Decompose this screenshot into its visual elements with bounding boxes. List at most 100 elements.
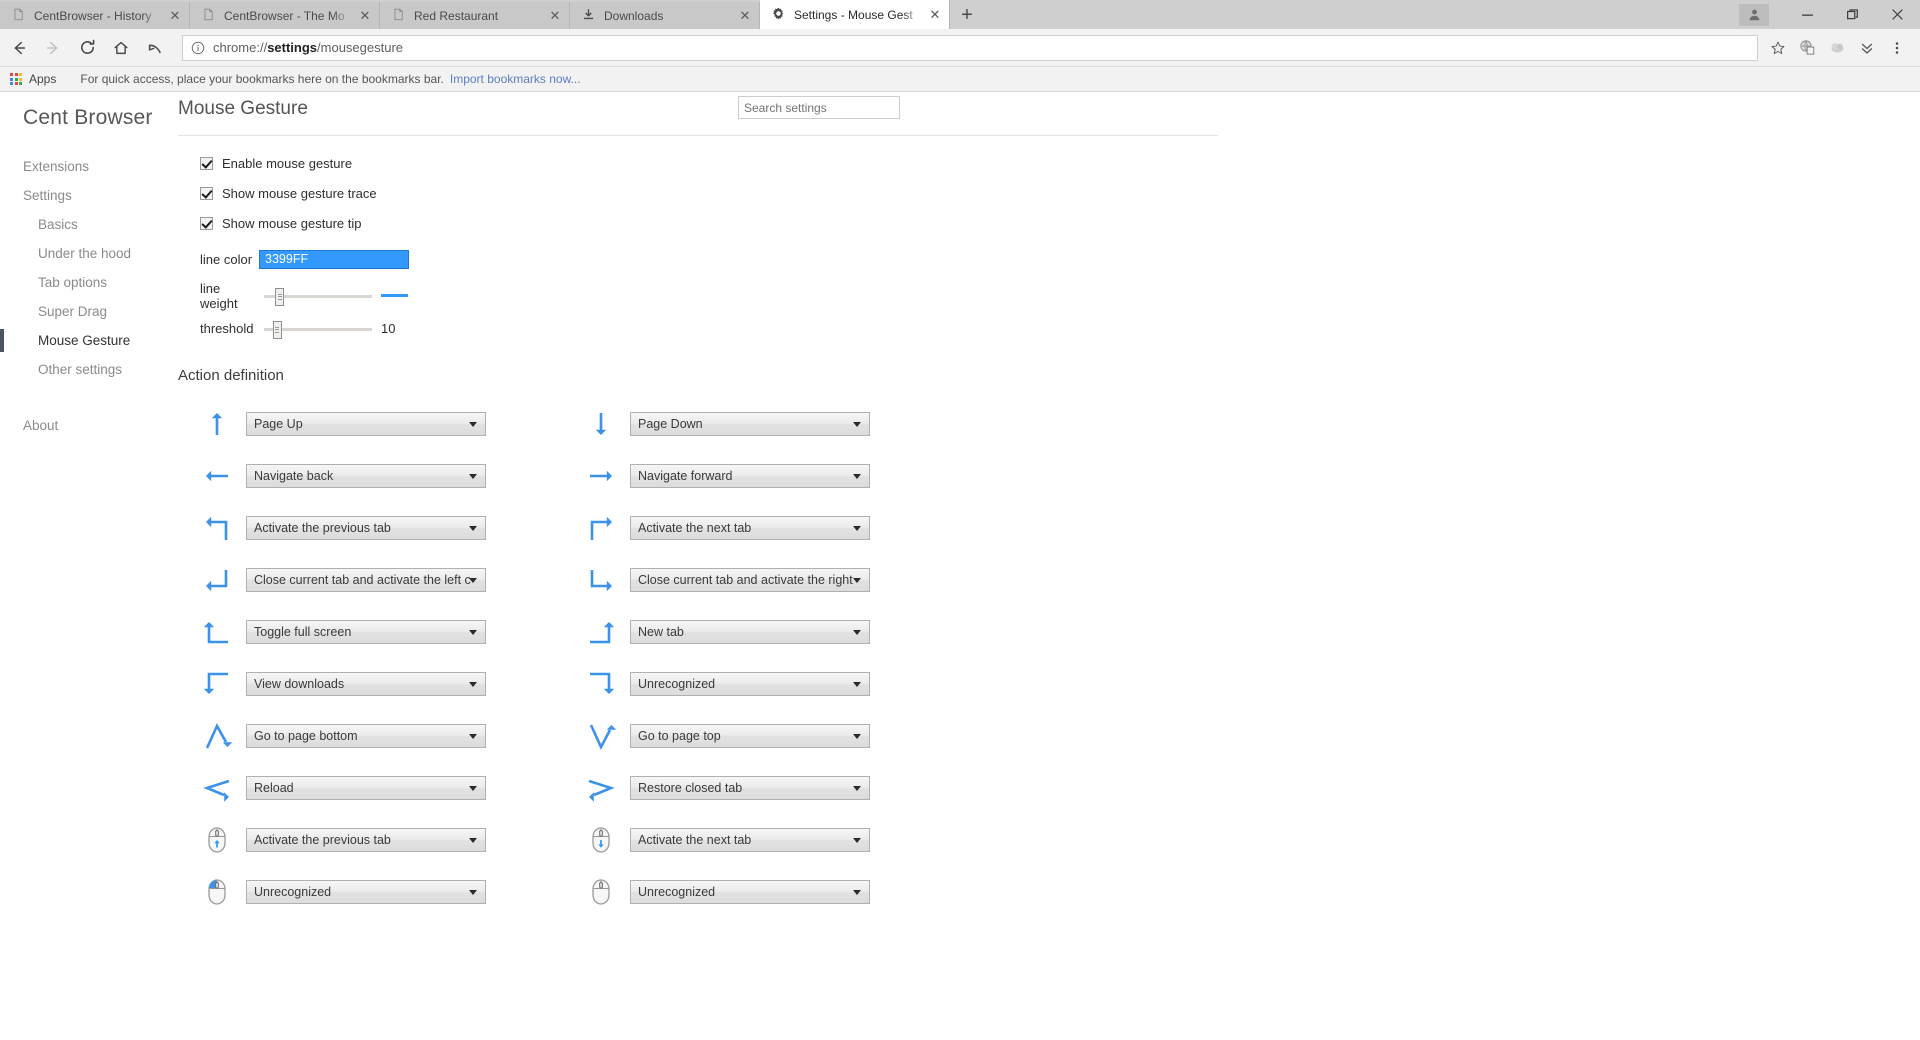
- sidebar-item-label-4: Tab options: [38, 275, 108, 290]
- page-info-icon[interactable]: [191, 41, 205, 55]
- action-select-9-right[interactable]: Page UpPage DownNavigate backNavigate fo…: [630, 880, 870, 904]
- threshold-label: threshold: [200, 321, 254, 336]
- search-settings-input[interactable]: [738, 96, 900, 119]
- action-select-wrap-2-left: Page UpPage DownNavigate backNavigate fo…: [246, 516, 486, 540]
- action-select-wrap-6-left: Page UpPage DownNavigate backNavigate fo…: [246, 724, 486, 748]
- downloads-chevron-button[interactable]: [1852, 33, 1882, 63]
- apps-label[interactable]: Apps: [29, 72, 56, 86]
- apps-dot-3: [10, 77, 13, 81]
- action-select-0-right[interactable]: Page UpPage DownNavigate backNavigate fo…: [630, 412, 870, 436]
- action-select-4-right[interactable]: Page UpPage DownNavigate backNavigate fo…: [630, 620, 870, 644]
- apps-grid-icon[interactable]: [10, 73, 22, 85]
- threshold-slider[interactable]: [264, 320, 372, 339]
- line-color-input[interactable]: 3399FF: [259, 249, 410, 269]
- mouse-plain-icon: [584, 875, 618, 909]
- action-select-wrap-2-right: Page UpPage DownNavigate backNavigate fo…: [630, 516, 870, 540]
- tab-2[interactable]: Red Restaurant ✕: [380, 2, 570, 29]
- gesture-cell-3-left: Page UpPage DownNavigate backNavigate fo…: [178, 554, 584, 606]
- action-select-4-left[interactable]: Page UpPage DownNavigate backNavigate fo…: [246, 620, 486, 644]
- star-icon: [1771, 41, 1785, 54]
- minimize-button[interactable]: [1785, 0, 1830, 29]
- tab-strip: CentBrowser - History ✕ CentBrowser - The …: [0, 0, 1920, 29]
- action-select-6-right[interactable]: Page UpPage DownNavigate backNavigate fo…: [630, 724, 870, 748]
- extension-button-1[interactable]: [1792, 33, 1822, 63]
- browser-menu-button[interactable]: [1882, 33, 1912, 63]
- action-select-wrap-5-left: Page UpPage DownNavigate backNavigate fo…: [246, 672, 486, 696]
- maximize-button[interactable]: [1830, 0, 1875, 29]
- sidebar-item-about[interactable]: About: [0, 411, 172, 440]
- action-select-wrap-3-left: Page UpPage DownNavigate backNavigate fo…: [246, 568, 486, 592]
- action-select-3-left[interactable]: Page UpPage DownNavigate backNavigate fo…: [246, 568, 486, 592]
- new-tab-button[interactable]: +: [950, 2, 984, 29]
- action-select-0-left[interactable]: Page UpPage DownNavigate backNavigate fo…: [246, 412, 486, 436]
- line-weight-slider[interactable]: [264, 287, 372, 306]
- tab-close-button-0[interactable]: ✕: [167, 8, 183, 24]
- tab-close-button-1[interactable]: ✕: [357, 8, 373, 24]
- arrow-down-then-left-icon: [206, 570, 228, 592]
- tab-1[interactable]: CentBrowser - The Mo ✕: [190, 2, 380, 29]
- tab-3[interactable]: Downloads ✕: [570, 2, 760, 29]
- close-button[interactable]: [1875, 0, 1920, 29]
- avatar-button[interactable]: [1739, 3, 1769, 26]
- action-select-8-right[interactable]: Page UpPage DownNavigate backNavigate fo…: [630, 828, 870, 852]
- tab-close-button-2[interactable]: ✕: [547, 8, 563, 24]
- url-text: chrome://settings/mousegesture: [213, 40, 403, 55]
- sidebar-item-other-settings[interactable]: Other settings: [0, 355, 172, 384]
- gesture-cell-4-left: Page UpPage DownNavigate backNavigate fo…: [178, 606, 584, 658]
- tab-favicon-download-icon: [582, 8, 597, 23]
- checkbox-2[interactable]: [200, 216, 213, 230]
- line-weight-thumb[interactable]: [275, 287, 285, 306]
- action-select-1-left[interactable]: Page UpPage DownNavigate backNavigate fo…: [246, 464, 486, 488]
- threshold-thumb[interactable]: [272, 320, 282, 339]
- tab-close-button-4[interactable]: ✕: [927, 7, 943, 23]
- action-select-7-left[interactable]: Page UpPage DownNavigate backNavigate fo…: [246, 776, 486, 800]
- action-select-3-right[interactable]: Page UpPage DownNavigate backNavigate fo…: [630, 568, 870, 592]
- home-button[interactable]: [106, 33, 136, 63]
- apps-dot-1: [14, 73, 18, 76]
- gesture-cell-8-left: Page UpPage DownNavigate backNavigate fo…: [178, 814, 584, 866]
- action-select-5-left[interactable]: Page UpPage DownNavigate backNavigate fo…: [246, 672, 486, 696]
- sidebar-item-settings[interactable]: Settings: [0, 181, 172, 210]
- address-bar[interactable]: chrome://settings/mousegesture: [182, 34, 1758, 61]
- sidebar-item-basics[interactable]: Basics: [0, 210, 172, 239]
- action-select-2-left[interactable]: Page UpPage DownNavigate backNavigate fo…: [246, 516, 486, 540]
- arrow-left-right-zigzag-icon: [203, 779, 230, 802]
- gesture-cell-9-left: Page UpPage DownNavigate backNavigate fo…: [178, 866, 584, 918]
- sidebar-item-extensions[interactable]: Extensions: [0, 152, 172, 181]
- undo-button[interactable]: [140, 33, 170, 63]
- checkbox-0[interactable]: [200, 156, 213, 170]
- reload-button[interactable]: [72, 33, 102, 63]
- gesture-cell-8-right: Page UpPage DownNavigate backNavigate fo…: [584, 814, 990, 866]
- action-select-8-left[interactable]: Page UpPage DownNavigate backNavigate fo…: [246, 828, 486, 852]
- action-select-1-right[interactable]: Page UpPage DownNavigate backNavigate fo…: [630, 464, 870, 488]
- mouse-wheel-down-icon: [592, 827, 610, 853]
- action-select-9-left[interactable]: Page UpPage DownNavigate backNavigate fo…: [246, 880, 486, 904]
- sidebar-item-tab-options[interactable]: Tab options: [0, 268, 172, 297]
- arrow-up-icon: [200, 407, 234, 441]
- action-select-7-right[interactable]: Page UpPage DownNavigate backNavigate fo…: [630, 776, 870, 800]
- gesture-cell-0-right: Page UpPage DownNavigate backNavigate fo…: [584, 398, 990, 450]
- tab-close-button-3[interactable]: ✕: [737, 8, 753, 24]
- checkbox-1[interactable]: [200, 186, 213, 200]
- sidebar-item-super-drag[interactable]: Super Drag: [0, 297, 172, 326]
- action-select-wrap-7-right: Page UpPage DownNavigate backNavigate fo…: [630, 776, 870, 800]
- tab-4[interactable]: Settings - Mouse Gest ✕: [760, 0, 950, 29]
- apps-dot-4: [14, 77, 18, 81]
- action-select-5-right[interactable]: Page UpPage DownNavigate backNavigate fo…: [630, 672, 870, 696]
- mouse-left-button-icon: [208, 879, 226, 905]
- sidebar-item-under-the-hood[interactable]: Under the hood: [0, 239, 172, 268]
- action-select-2-right[interactable]: Page UpPage DownNavigate backNavigate fo…: [630, 516, 870, 540]
- arrow-down-icon: [584, 407, 618, 441]
- sidebar-item-mouse-gesture[interactable]: Mouse Gesture: [0, 326, 172, 355]
- extension-button-2[interactable]: [1822, 33, 1852, 63]
- tab-0[interactable]: CentBrowser - History ✕: [0, 2, 190, 29]
- import-bookmarks-link[interactable]: Import bookmarks now...: [450, 72, 581, 86]
- line-weight-label: line weight: [200, 280, 238, 311]
- action-select-wrap-6-right: Page UpPage DownNavigate backNavigate fo…: [630, 724, 870, 748]
- bookmark-star-button[interactable]: [1764, 35, 1792, 61]
- back-button[interactable]: [4, 33, 34, 63]
- action-select-6-left[interactable]: Page UpPage DownNavigate backNavigate fo…: [246, 724, 486, 748]
- forward-button[interactable]: [38, 33, 68, 63]
- settings-page: Cent Browser Extensions Settings Basics Und…: [0, 92, 1920, 1040]
- arrow-right-then-down-icon: [203, 672, 228, 694]
